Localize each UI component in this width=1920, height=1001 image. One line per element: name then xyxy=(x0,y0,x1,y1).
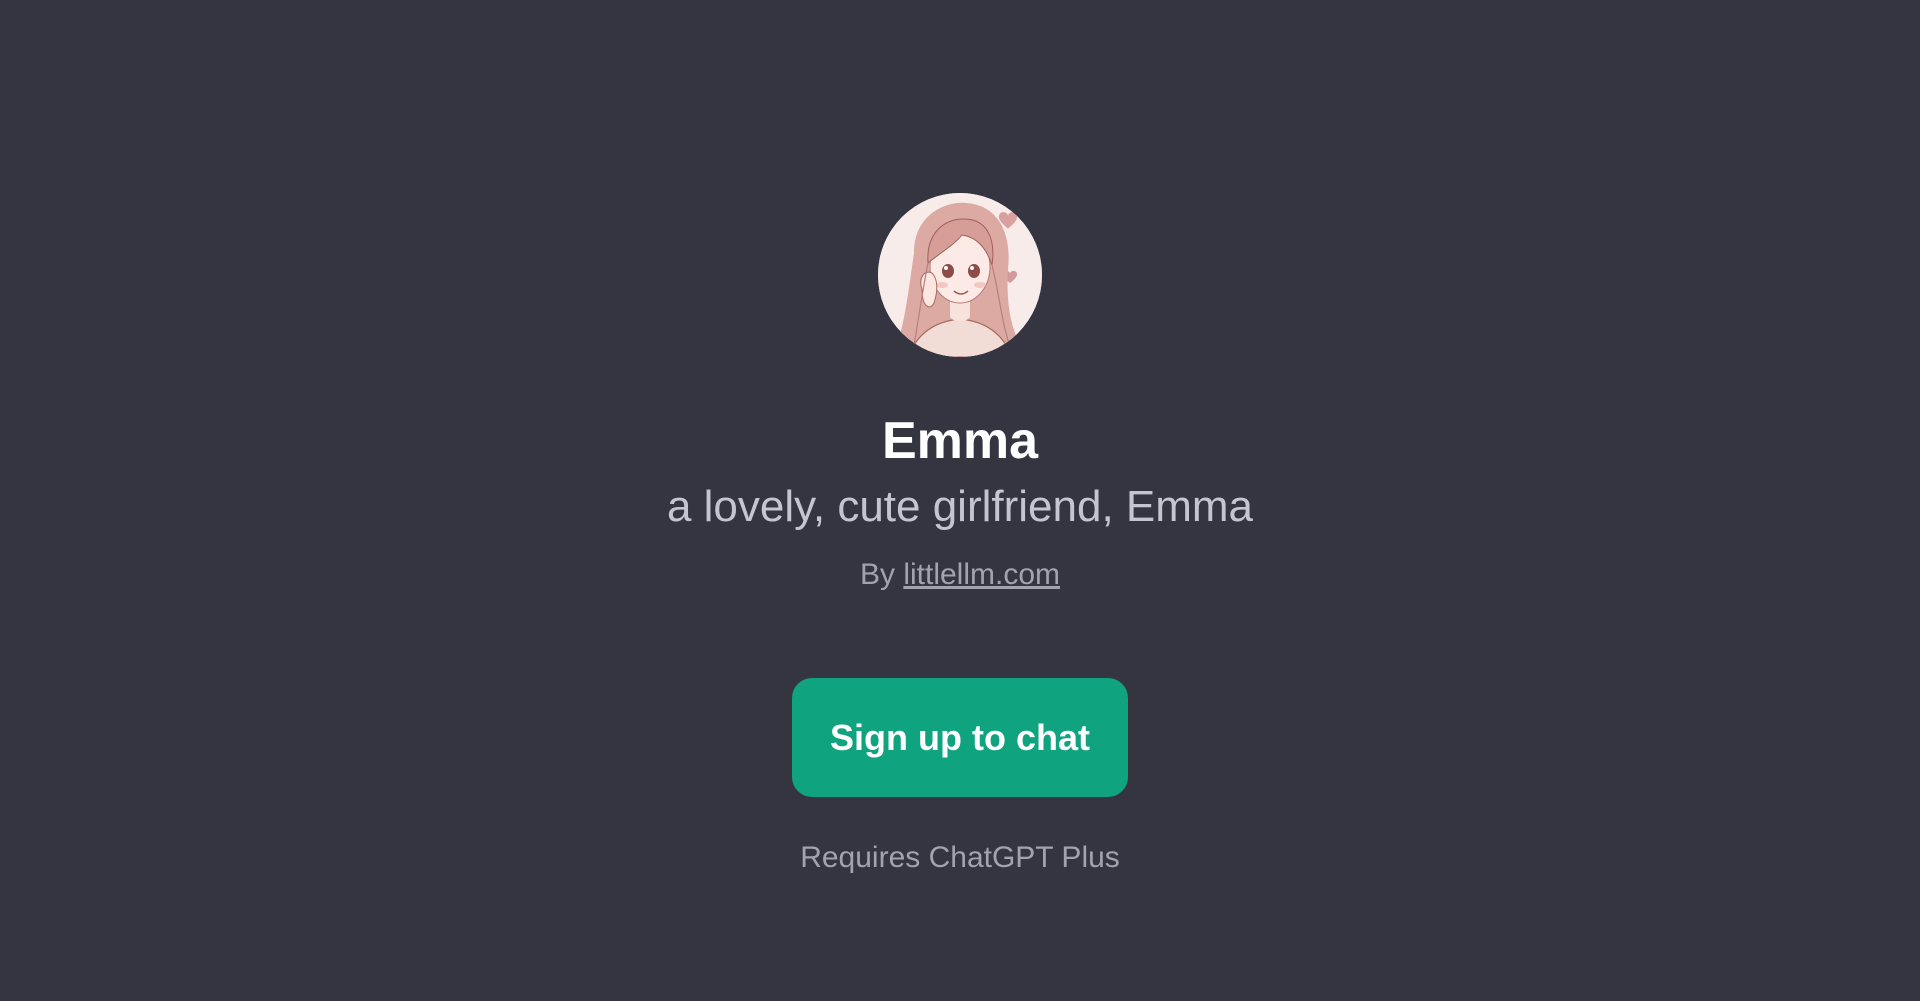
author-link[interactable]: littlellm.com xyxy=(903,558,1060,591)
plan-requirement-note: Requires ChatGPT Plus xyxy=(800,841,1120,874)
gpt-description: a lovely, cute girlfriend, Emma xyxy=(666,482,1254,531)
gpt-title: Emma xyxy=(881,412,1039,470)
sign-up-to-chat-button[interactable]: Sign up to chat xyxy=(792,678,1128,797)
author-byline: By littlellm.com xyxy=(0,555,1920,595)
anime-girl-portrait-icon xyxy=(878,193,1042,357)
gpt-avatar xyxy=(878,193,1042,357)
by-prefix: By xyxy=(859,558,895,591)
